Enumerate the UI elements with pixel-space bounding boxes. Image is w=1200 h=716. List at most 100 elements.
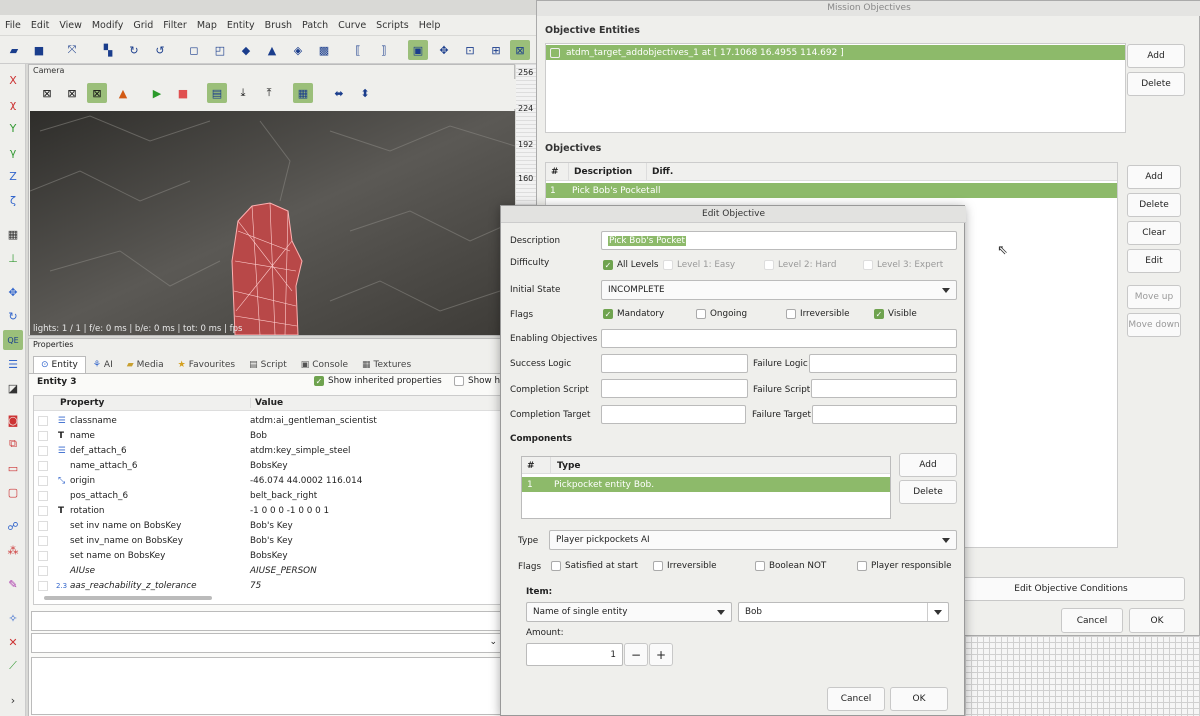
table-row[interactable]: name_attach_6 BobsKey bbox=[34, 458, 500, 473]
tab-entity[interactable]: ⊙ Entity bbox=[33, 356, 86, 373]
select-inside-icon[interactable]: ◆ bbox=[236, 40, 256, 60]
objective-add-button[interactable]: Add bbox=[1127, 165, 1181, 189]
edit-cancel-button[interactable]: Cancel bbox=[827, 687, 885, 711]
amount-decrement-button[interactable]: − bbox=[624, 643, 648, 666]
level-hard-checkbox[interactable]: Level 2: Hard bbox=[764, 260, 836, 270]
group-icon[interactable]: ⁂ bbox=[3, 540, 23, 560]
brush-icon[interactable]: ✎ bbox=[3, 574, 23, 594]
edge-icon[interactable]: ⊞ bbox=[486, 40, 506, 60]
flip-y-icon[interactable]: ▚ bbox=[98, 40, 118, 60]
horizontal-scrollbar[interactable] bbox=[44, 596, 212, 600]
ortho-grid-view[interactable] bbox=[965, 636, 1200, 716]
menu-modify[interactable]: Modify bbox=[87, 20, 128, 31]
tab-favourites[interactable]: ★ Favourites bbox=[171, 357, 242, 373]
satisfied-at-start-checkbox[interactable]: Satisfied at start bbox=[551, 561, 638, 571]
rotate-z-icon[interactable]: ζ bbox=[3, 190, 23, 210]
table-row[interactable]: set inv_name on BobsKey Bob's Key bbox=[34, 533, 500, 548]
light-icon[interactable]: ✧ bbox=[3, 608, 23, 628]
cross-icon[interactable]: ✕ bbox=[3, 632, 23, 652]
save-icon[interactable]: ■ bbox=[29, 40, 49, 60]
item-value-combo[interactable]: Bob bbox=[738, 602, 949, 622]
rotate-y-icon[interactable]: γ bbox=[3, 142, 23, 162]
menu-scripts[interactable]: Scripts bbox=[371, 20, 414, 31]
cubic-clip-icon[interactable]: ▤ bbox=[207, 83, 227, 103]
item-kind-select[interactable]: Name of single entity bbox=[526, 602, 732, 622]
table-row[interactable]: set inv name on BobsKey Bob's Key bbox=[34, 518, 500, 533]
camera-rotate-icon[interactable]: ⬍ bbox=[355, 83, 375, 103]
mission-cancel-button[interactable]: Cancel bbox=[1061, 608, 1123, 633]
mandatory-checkbox[interactable]: ✓ Mandatory bbox=[603, 309, 664, 319]
level-expert-checkbox[interactable]: Level 3: Expert bbox=[863, 260, 943, 270]
menu-help[interactable]: Help bbox=[414, 20, 446, 31]
level-easy-checkbox[interactable]: Level 1: Easy bbox=[663, 260, 735, 270]
grid-toggle-icon[interactable]: ▦ bbox=[293, 83, 313, 103]
face-mode-icon[interactable]: ⊠ bbox=[510, 40, 530, 60]
tab-textures[interactable]: ▦ Textures bbox=[355, 357, 418, 373]
menu-patch[interactable]: Patch bbox=[297, 20, 333, 31]
qe-tool-icon[interactable]: QE bbox=[3, 330, 23, 350]
component-type-select[interactable]: Player pickpockets AI bbox=[549, 530, 957, 550]
edit-ok-button[interactable]: OK bbox=[890, 687, 948, 711]
mission-ok-button[interactable]: OK bbox=[1129, 608, 1185, 633]
completion-target-input[interactable] bbox=[601, 405, 746, 424]
table-row[interactable]: pos_attach_6 belt_back_right bbox=[34, 488, 500, 503]
table-row[interactable]: Trotation -1 0 0 0 -1 0 0 0 1 bbox=[34, 503, 500, 518]
description-input[interactable]: Pick Bob's Pocket bbox=[601, 231, 957, 250]
clone-icon[interactable]: ⧉ bbox=[3, 434, 23, 454]
stop-icon[interactable]: ■ bbox=[173, 83, 193, 103]
objective-edit-button[interactable]: Edit bbox=[1127, 249, 1181, 273]
all-levels-checkbox[interactable]: ✓ All Levels bbox=[603, 260, 659, 270]
network-icon[interactable]: ☍ bbox=[3, 516, 23, 536]
amount-spinbox[interactable]: 1 bbox=[526, 643, 623, 666]
flip-x-icon[interactable]: ⤧ bbox=[62, 40, 82, 60]
table-row[interactable]: 2.3 aas_reachability_z_tolerance 75 bbox=[34, 578, 500, 593]
menu-view[interactable]: View bbox=[54, 20, 87, 31]
table-row[interactable]: ☰ def_attach_6 atdm:key_simple_steel bbox=[34, 443, 500, 458]
player-responsible-checkbox[interactable]: Player responsible bbox=[857, 561, 952, 571]
play-icon[interactable]: ▶ bbox=[147, 83, 167, 103]
menu-filter[interactable]: Filter bbox=[158, 20, 192, 31]
list-item[interactable]: atdm_target_addobjectives_1 at [ 17.1068… bbox=[546, 45, 1125, 60]
entity-icon[interactable]: ◪ bbox=[3, 378, 23, 398]
rotate-x-icon[interactable]: χ bbox=[3, 94, 23, 114]
component-irreversible-checkbox[interactable]: Irreversible bbox=[653, 561, 717, 571]
key-input[interactable] bbox=[31, 611, 502, 631]
axis-z-icon[interactable]: Z bbox=[3, 166, 23, 186]
failure-target-input[interactable] bbox=[812, 405, 957, 424]
texture-lock-icon[interactable]: ▣ bbox=[408, 40, 428, 60]
camera-viewport[interactable]: lights: 1 / 1 | f/e: 0 ms | b/e: 0 ms | … bbox=[30, 111, 515, 335]
irreversible-checkbox[interactable]: Irreversible bbox=[786, 309, 850, 319]
table-row[interactable]: ☰ classname atdm:ai_gentleman_scientist bbox=[34, 413, 500, 428]
rotate-x-icon[interactable]: ↻ bbox=[124, 40, 144, 60]
layers-icon[interactable]: ☰ bbox=[3, 354, 23, 374]
checkbox-box[interactable] bbox=[550, 47, 560, 58]
menu-entity[interactable]: Entity bbox=[222, 20, 260, 31]
far-clip-icon[interactable]: ⤓ bbox=[233, 83, 253, 103]
table-row[interactable]: AIUse AIUSE_PERSON bbox=[34, 563, 500, 578]
open-icon[interactable]: ▰ bbox=[4, 40, 24, 60]
select-touching-icon[interactable]: ◰ bbox=[210, 40, 230, 60]
select-icon[interactable]: ◙ bbox=[3, 410, 23, 430]
entity-add-button[interactable]: Add bbox=[1127, 44, 1185, 68]
menu-edit[interactable]: Edit bbox=[26, 20, 54, 31]
tab-script[interactable]: ▤ Script bbox=[242, 357, 294, 373]
objective-clear-button[interactable]: Clear bbox=[1127, 221, 1181, 245]
visible-checkbox[interactable]: ✓ Visible bbox=[874, 309, 917, 319]
scale-icon[interactable]: ⊥ bbox=[3, 248, 23, 268]
failure-logic-input[interactable] bbox=[809, 354, 957, 373]
value-input[interactable]: ⌄ bbox=[31, 633, 502, 653]
initial-state-select[interactable]: INCOMPLETE bbox=[601, 280, 957, 300]
chevron-down-icon[interactable] bbox=[934, 610, 942, 615]
translate-icon[interactable]: ✥ bbox=[3, 282, 23, 302]
select-complete-icon[interactable]: ◻ bbox=[184, 40, 204, 60]
rotate-z-icon[interactable]: ↺ bbox=[150, 40, 170, 60]
csg-merge-icon[interactable]: ◈ bbox=[288, 40, 308, 60]
wireframe-icon[interactable]: ⊠ bbox=[37, 83, 57, 103]
table-row[interactable]: set name on BobsKey BobsKey bbox=[34, 548, 500, 563]
patch-icon[interactable]: ⟧ bbox=[374, 40, 394, 60]
show-help-checkbox[interactable]: Show he bbox=[454, 376, 506, 386]
success-logic-input[interactable] bbox=[601, 354, 748, 373]
flat-shade-icon[interactable]: ⊠ bbox=[62, 83, 82, 103]
menu-map[interactable]: Map bbox=[192, 20, 222, 31]
menu-brush[interactable]: Brush bbox=[260, 20, 297, 31]
